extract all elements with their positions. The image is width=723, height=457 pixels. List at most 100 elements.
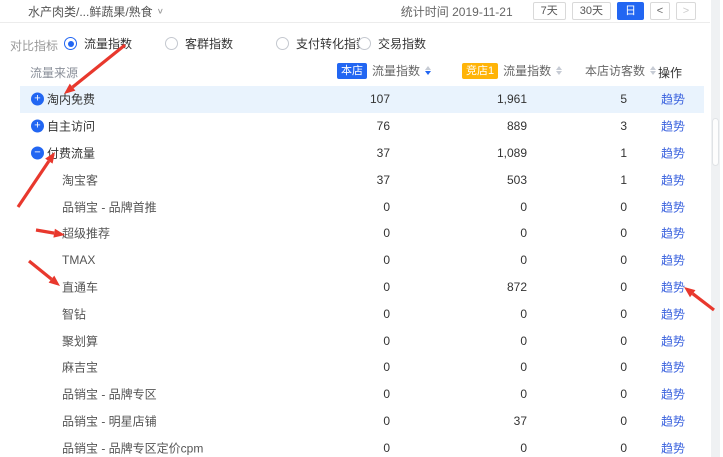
table-row[interactable]: 超级推荐000趋势 — [0, 220, 710, 247]
traffic-source-name: 付费流量 — [47, 144, 95, 161]
shop-visitors-value: 0 — [620, 441, 627, 455]
sycm-traffic-analysis-page: 水产肉类/...鲜蔬果/熟食 ∨ 统计时间 2019-11-21 7天 30天日 … — [0, 0, 723, 457]
radio-unselected-icon[interactable] — [165, 37, 178, 50]
next-day-button[interactable]: > — [676, 2, 696, 20]
traffic-source-name: 品销宝 - 明星店铺 — [62, 412, 157, 429]
radio-unselected-icon[interactable] — [358, 37, 371, 50]
metric-radio-1[interactable]: 客群指数 — [165, 35, 233, 52]
competitor-index-value: 0 — [520, 334, 527, 348]
metric-radio-2[interactable]: 支付转化指数 — [276, 35, 368, 52]
compare-metric-row: 对比指标 流量指数 客群指数 支付转化指数交易指数 — [0, 23, 710, 57]
table-row[interactable]: 品销宝 - 品牌首推000趋势 — [0, 193, 710, 220]
shop-visitors-value: 0 — [620, 387, 627, 401]
shop-index-value: 0 — [383, 334, 390, 348]
prev-day-button[interactable]: < — [650, 2, 670, 20]
table-row[interactable]: +淘内免费1071,9615趋势 — [0, 86, 710, 113]
shop-index-value: 37 — [377, 146, 390, 160]
trend-link[interactable]: 趋势 — [661, 91, 685, 108]
trend-link[interactable]: 趋势 — [661, 332, 685, 349]
trend-link[interactable]: 趋势 — [661, 439, 685, 456]
shop-metric-label: 流量指数 — [372, 62, 420, 79]
compare-metric-label: 对比指标 — [10, 37, 58, 54]
sort-icon-competitor-index[interactable] — [556, 66, 562, 76]
traffic-source-name: 淘内免费 — [47, 91, 95, 108]
shop-visitors-value: 0 — [620, 280, 627, 294]
table-row[interactable]: 品销宝 - 品牌专区000趋势 — [0, 381, 710, 408]
stat-time-label: 统计时间 2019-11-21 — [401, 3, 513, 20]
table-row[interactable]: 直通车 0 872 0 趋势 — [0, 274, 710, 301]
shop-index-value: 107 — [370, 92, 390, 106]
category-label: 水产肉类/...鲜蔬果/熟食 — [28, 3, 153, 20]
range-button-30d[interactable]: 30天 — [572, 2, 611, 20]
traffic-source-name: 品销宝 - 品牌专区定价cpm — [62, 439, 203, 456]
column-competitor-traffic-index: 竞店1 流量指数 — [462, 62, 562, 79]
shop-index-value: 0 — [383, 360, 390, 374]
trend-link[interactable]: 趋势 — [661, 278, 685, 295]
trend-link[interactable]: 趋势 — [661, 225, 685, 242]
date-controls: 统计时间 2019-11-21 7天 30天日 < > — [401, 2, 696, 20]
radio-selected-icon[interactable] — [64, 37, 77, 50]
table-header: 流量来源 本店 流量指数 竞店1 流量指数 本店访客数 操作 — [0, 57, 710, 86]
table-row[interactable]: TMAX000趋势 — [0, 247, 710, 274]
traffic-source-name: 品销宝 - 品牌首推 — [62, 198, 157, 215]
competitor-index-value: 503 — [507, 173, 527, 187]
date-range-group: 7天 30天日 — [527, 2, 644, 20]
table-row[interactable]: 智钻000趋势 — [0, 300, 710, 327]
traffic-source-name: 品销宝 - 品牌专区 — [62, 386, 157, 403]
trend-link[interactable]: 趋势 — [661, 305, 685, 322]
shop-index-value: 0 — [383, 307, 390, 321]
scrollbar-track[interactable] — [711, 0, 720, 457]
table-row[interactable]: −付费流量371,0891趋势 — [0, 140, 710, 167]
trend-link[interactable]: 趋势 — [661, 359, 685, 376]
range-button-day[interactable]: 日 — [617, 2, 644, 20]
competitor-index-value: 1,961 — [497, 92, 527, 106]
metric-radio-label: 流量指数 — [84, 35, 132, 52]
shop-index-value: 0 — [383, 280, 390, 294]
shop-visitors-value: 0 — [620, 253, 627, 267]
competitor-badge: 竞店1 — [462, 63, 498, 79]
expand-icon[interactable]: + — [31, 93, 44, 106]
trend-link[interactable]: 趋势 — [661, 144, 685, 161]
traffic-source-name: 直通车 — [62, 278, 98, 295]
trend-link[interactable]: 趋势 — [661, 252, 685, 269]
table-row[interactable]: 淘宝客375031趋势 — [0, 166, 710, 193]
shop-index-value: 0 — [383, 387, 390, 401]
radio-unselected-icon[interactable] — [276, 37, 289, 50]
competitor-index-value: 0 — [520, 441, 527, 455]
collapse-icon[interactable]: − — [31, 146, 44, 159]
sort-icon-shop-index[interactable] — [425, 66, 431, 76]
trend-link[interactable]: 趋势 — [661, 412, 685, 429]
expand-icon[interactable]: + — [31, 120, 44, 133]
metric-radio-3[interactable]: 交易指数 — [358, 35, 426, 52]
table-body: +淘内免费1071,9615趋势+自主访问768893趋势−付费流量371,08… — [0, 86, 710, 457]
range-button-7d[interactable]: 7天 — [533, 2, 566, 20]
trend-link[interactable]: 趋势 — [661, 171, 685, 188]
metric-radio-label: 客群指数 — [185, 35, 233, 52]
sort-icon-shop-visitors[interactable] — [650, 66, 656, 76]
table-row[interactable]: 品销宝 - 品牌专区定价cpm000趋势 — [0, 434, 710, 457]
metric-radio-label: 交易指数 — [378, 35, 426, 52]
competitor-index-value: 0 — [520, 360, 527, 374]
chevron-down-icon: ∨ — [157, 7, 164, 16]
table-row[interactable]: 麻吉宝000趋势 — [0, 354, 710, 381]
table-row[interactable]: 聚划算000趋势 — [0, 327, 710, 354]
traffic-source-name: 自主访问 — [47, 118, 95, 135]
topbar: 水产肉类/...鲜蔬果/熟食 ∨ 统计时间 2019-11-21 7天 30天日 … — [0, 0, 710, 23]
competitor-index-value: 0 — [520, 226, 527, 240]
scrollbar-thumb[interactable] — [712, 118, 719, 166]
metric-radio-0[interactable]: 流量指数 — [64, 35, 132, 52]
trend-link[interactable]: 趋势 — [661, 386, 685, 403]
competitor-index-value: 37 — [514, 414, 527, 428]
shop-visitors-label: 本店访客数 — [585, 62, 645, 79]
trend-link[interactable]: 趋势 — [661, 198, 685, 215]
shop-visitors-value: 0 — [620, 360, 627, 374]
trend-link[interactable]: 趋势 — [661, 118, 685, 135]
table-row[interactable]: +自主访问768893趋势 — [0, 113, 710, 140]
column-shop-visitors: 本店访客数 — [585, 62, 656, 79]
shop-index-value: 0 — [383, 226, 390, 240]
shop-visitors-value: 0 — [620, 307, 627, 321]
table-row[interactable]: 品销宝 - 明星店铺0370趋势 — [0, 408, 710, 435]
category-selector[interactable]: 水产肉类/...鲜蔬果/熟食 ∨ — [28, 3, 164, 20]
traffic-source-name: 超级推荐 — [62, 225, 110, 242]
competitor-index-value: 872 — [507, 280, 527, 294]
